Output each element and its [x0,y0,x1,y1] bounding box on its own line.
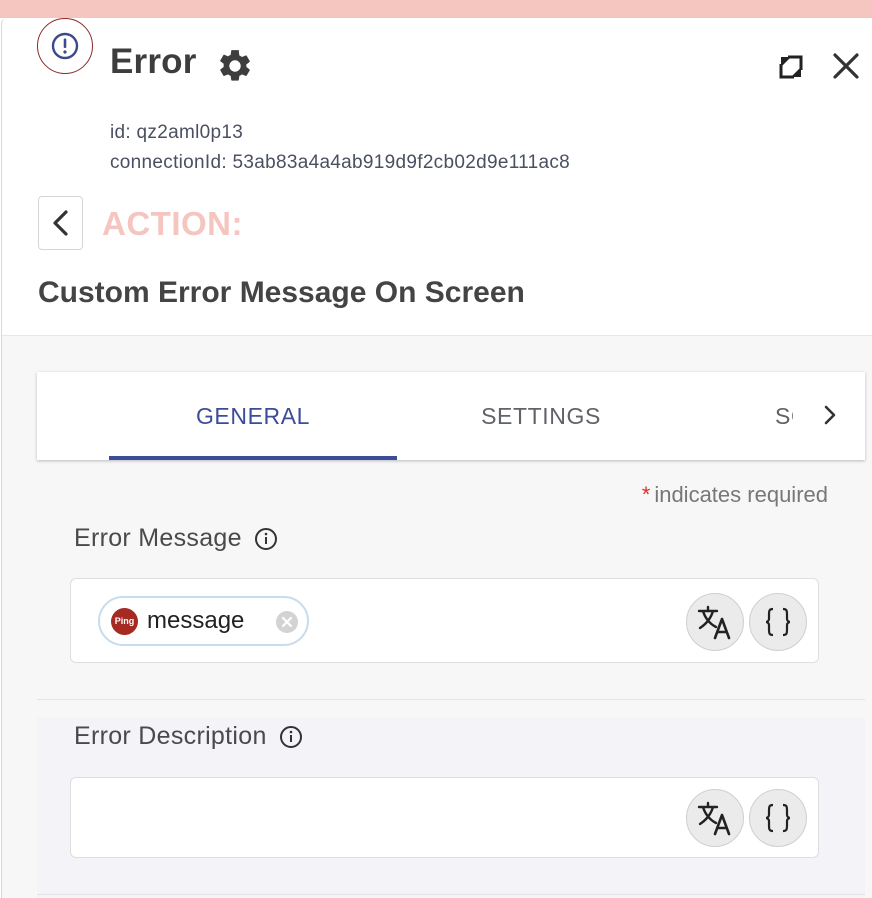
connection-id: connectionId: 53ab83a4a4ab919d9f2cb02d9e… [110,152,571,173]
chip-text: message [147,607,245,634]
node-title: Error [110,42,197,81]
gear-icon[interactable] [216,47,254,85]
section-divider [37,699,865,700]
error-circle-icon [37,18,93,74]
info-icon[interactable] [279,725,303,749]
active-tab-indicator [109,456,397,460]
translate-button[interactable] [686,789,744,847]
chevron-left-icon [52,210,68,236]
translate-icon [697,801,731,836]
action-name: Custom Error Message On Screen [38,276,525,309]
expression-button[interactable] [749,789,807,847]
required-star: * [641,482,651,507]
expand-icon[interactable] [778,54,804,80]
tab-settings[interactable]: SETTINGS [397,372,685,460]
tab-settings-label: SETTINGS [481,402,601,429]
translate-button[interactable] [686,593,744,651]
tab-general[interactable]: GENERAL [109,372,397,460]
expression-button[interactable] [749,593,807,651]
translate-icon [697,605,731,640]
error-message-label: Error Message [74,524,278,553]
ping-badge: Ping [111,607,138,635]
tab-bar: GENERAL SETTINGS SCHEMA [37,372,865,460]
error-message-label-text: Error Message [74,524,242,552]
error-description-field[interactable] [70,777,819,858]
required-note: * indicates required [642,482,828,508]
close-icon[interactable] [830,50,862,82]
error-description-label-text: Error Description [74,722,267,750]
node-id: id: qz2aml0p13 [110,122,244,143]
required-note-text: indicates required [654,482,828,507]
tab-schema-label: SCHEMA [775,402,793,429]
chevron-right-icon[interactable] [817,402,843,428]
error-node-panel: Error id: qz2aml0p13 connectionId: 53ab8… [1,18,872,898]
curly-braces-icon [765,607,791,637]
back-button[interactable] [38,196,83,250]
variable-chip[interactable]: Ping message [98,596,309,646]
remove-chip-icon[interactable] [275,610,299,634]
action-label: ACTION: [102,205,243,242]
info-icon[interactable] [254,527,278,551]
error-description-label: Error Description [74,722,303,751]
tab-general-label: GENERAL [195,402,311,429]
top-strip [0,0,872,18]
tab-schema[interactable]: SCHEMA [775,372,793,460]
curly-braces-icon [765,803,791,833]
error-message-field[interactable]: Ping message [70,578,819,663]
section-divider [37,894,865,895]
